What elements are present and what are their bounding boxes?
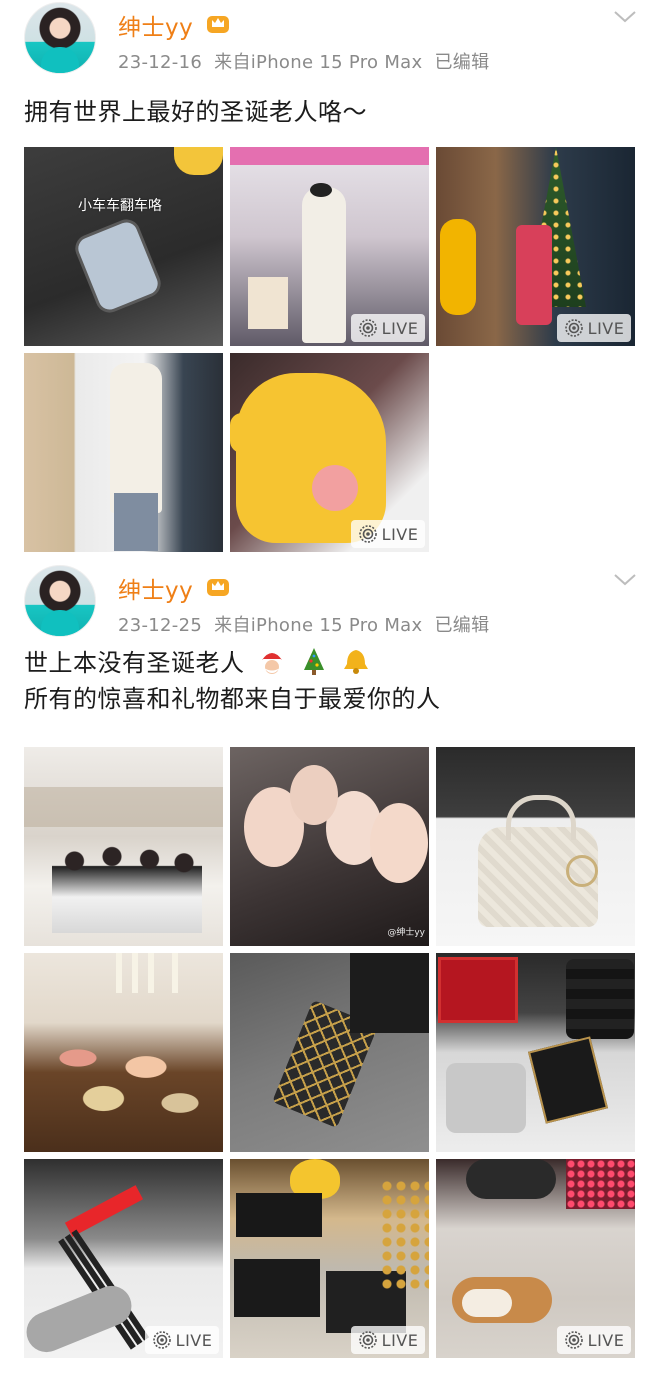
live-label: LIVE xyxy=(587,318,625,338)
photo-tile[interactable]: 小车车翻车咯 xyxy=(24,147,223,346)
post-date: 23-12-25 xyxy=(118,615,203,636)
post-1: 绅士yy 23-12-16 来自iPhone 15 Pro Max 已编辑 拥有… xyxy=(0,0,660,563)
live-badge: LIVE xyxy=(557,314,631,342)
live-label: LIVE xyxy=(381,524,419,544)
post-source: 来自iPhone 15 Pro Max xyxy=(214,52,423,73)
photo-tile[interactable] xyxy=(436,747,635,946)
photo-tile[interactable]: LIVE xyxy=(230,353,429,552)
avatar[interactable] xyxy=(24,565,96,637)
live-icon xyxy=(152,1331,171,1349)
live-icon xyxy=(358,1331,377,1349)
chevron-down-icon[interactable] xyxy=(612,571,638,589)
live-icon xyxy=(358,319,377,337)
post-text-line-1: 世上本没有圣诞老人 xyxy=(24,649,245,677)
photo-tile[interactable]: LIVE xyxy=(24,1159,223,1358)
photo-tile[interactable]: LIVE xyxy=(436,1159,635,1358)
live-label: LIVE xyxy=(587,1330,625,1350)
post-source: 来自iPhone 15 Pro Max xyxy=(214,615,423,636)
photo-tile[interactable] xyxy=(436,953,635,1152)
post-date: 23-12-16 xyxy=(118,52,203,73)
photo-tile[interactable]: LIVE xyxy=(230,1159,429,1358)
photo-tile[interactable] xyxy=(24,747,223,946)
live-badge: LIVE xyxy=(351,520,425,548)
photo-tile[interactable]: LIVE xyxy=(230,147,429,346)
username[interactable]: 绅士yy xyxy=(118,8,193,42)
post-text: 拥有世界上最好的圣诞老人咯～ xyxy=(24,94,367,130)
photo-tile[interactable]: LIVE xyxy=(436,147,635,346)
photo-tile[interactable] xyxy=(24,353,223,552)
avatar[interactable] xyxy=(24,2,96,74)
live-badge: LIVE xyxy=(145,1326,219,1354)
bell-emoji-icon xyxy=(343,650,368,674)
chevron-down-icon[interactable] xyxy=(612,8,638,26)
live-badge: LIVE xyxy=(351,1326,425,1354)
christmas-tree-emoji-icon xyxy=(303,648,324,675)
live-icon xyxy=(564,319,583,337)
live-label: LIVE xyxy=(381,318,419,338)
post-text: 世上本没有圣诞老人 所有的惊喜和礼物都来自于最爱你的人 xyxy=(24,645,441,717)
photo-tile[interactable] xyxy=(230,953,429,1152)
crown-badge-icon xyxy=(207,16,229,33)
live-label: LIVE xyxy=(175,1330,213,1350)
live-badge: LIVE xyxy=(351,314,425,342)
post-meta: 23-12-16 来自iPhone 15 Pro Max 已编辑 xyxy=(118,48,489,74)
post-meta: 23-12-25 来自iPhone 15 Pro Max 已编辑 xyxy=(118,611,489,637)
post-text-line: 世上本没有圣诞老人 xyxy=(24,645,441,681)
crown-badge-icon xyxy=(207,579,229,596)
live-icon xyxy=(358,525,377,543)
live-label: LIVE xyxy=(381,1330,419,1350)
photo-tile[interactable]: @绅士yy xyxy=(230,747,429,946)
photo-tile[interactable] xyxy=(24,953,223,1152)
post-text-line: 拥有世界上最好的圣诞老人咯～ xyxy=(24,98,367,126)
edited-label: 已编辑 xyxy=(434,52,490,73)
edited-label: 已编辑 xyxy=(434,615,490,636)
photo-caption: 小车车翻车咯 xyxy=(78,198,162,214)
photo-watermark: @绅士yy xyxy=(387,928,425,938)
post-text-line-2: 所有的惊喜和礼物都来自于最爱你的人 xyxy=(24,685,441,713)
live-badge: LIVE xyxy=(557,1326,631,1354)
santa-emoji-icon xyxy=(261,651,285,674)
post-2: 绅士yy 23-12-25 来自iPhone 15 Pro Max 已编辑 世上… xyxy=(0,563,660,1382)
live-icon xyxy=(564,1331,583,1349)
username[interactable]: 绅士yy xyxy=(118,571,193,605)
